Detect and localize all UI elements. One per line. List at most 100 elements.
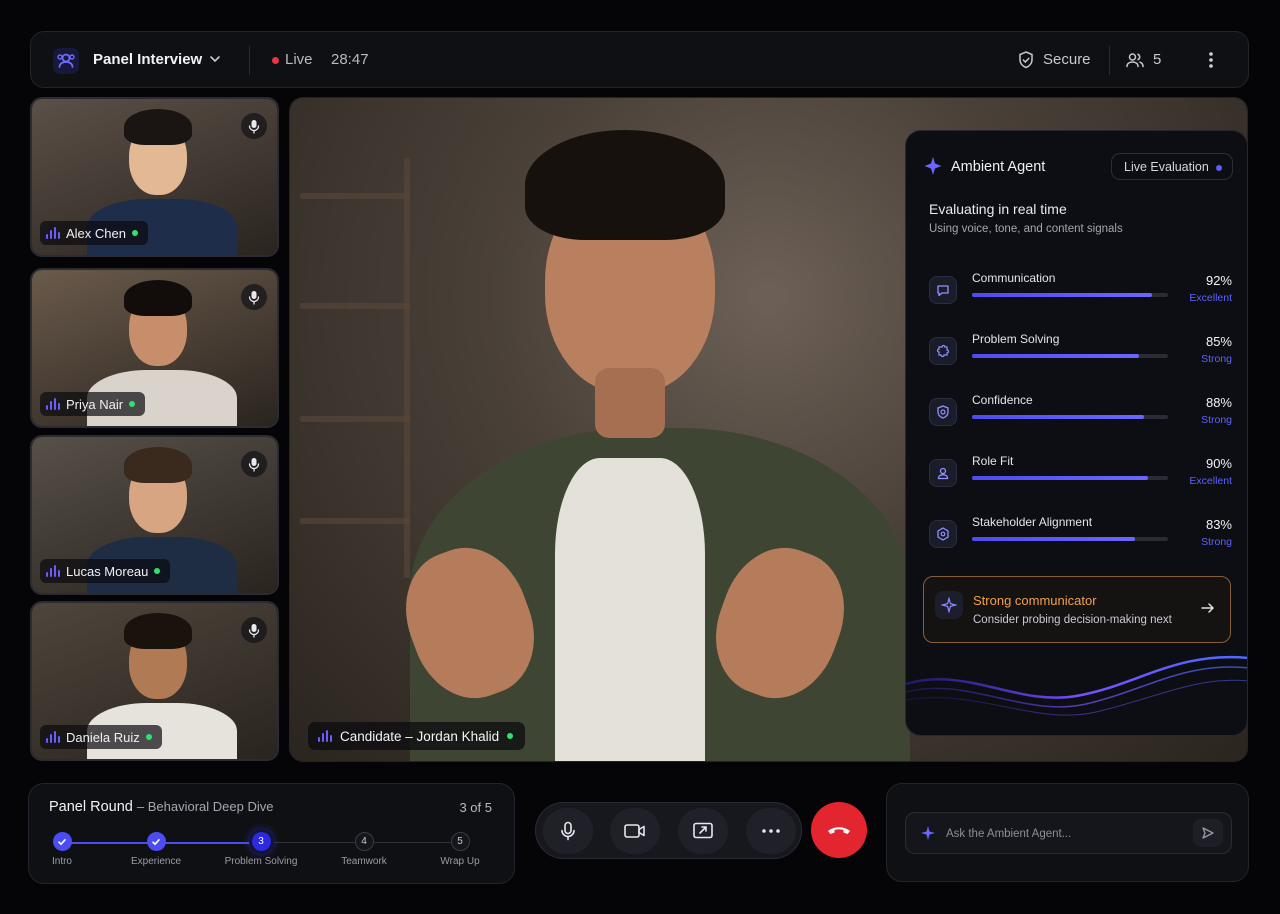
more-options-icon[interactable] <box>1201 49 1221 71</box>
metric-fill <box>972 537 1135 541</box>
participant-tile[interactable]: Lucas Moreau <box>30 435 279 595</box>
metric-value: 92% <box>1205 273 1232 288</box>
metric-value: 83% <box>1205 517 1232 532</box>
end-call-button[interactable] <box>811 802 867 858</box>
check-icon <box>152 838 160 845</box>
metric-label: Confidence <box>972 393 1033 407</box>
participant-tile[interactable]: Alex Chen <box>30 97 279 257</box>
divider <box>1109 46 1110 75</box>
online-status-dot <box>507 733 514 739</box>
metric-label: Problem Solving <box>972 332 1060 346</box>
badge-dot <box>1216 165 1222 171</box>
mic-icon[interactable] <box>241 113 267 139</box>
camera-icon <box>624 824 645 838</box>
mic-icon[interactable] <box>241 617 267 643</box>
audio-level-icon <box>46 565 60 577</box>
participants-icon[interactable] <box>1125 50 1145 75</box>
step-number: 5 <box>457 836 463 847</box>
step-number: 3 <box>258 836 264 847</box>
mic-icon[interactable] <box>241 451 267 477</box>
metric-track <box>972 537 1168 541</box>
puzzle-icon <box>929 337 957 365</box>
metric-row: Role Fit 90% Excellent <box>929 452 1232 500</box>
metric-row: Stakeholder Alignment 83% Strong <box>929 513 1232 561</box>
metric-label: Role Fit <box>972 454 1014 468</box>
audio-level-icon <box>46 398 60 410</box>
participant-name: Alex Chen <box>66 225 126 241</box>
panel-users-icon <box>53 48 79 74</box>
hair <box>124 613 192 649</box>
live-evaluation-badge[interactable]: Live Evaluation <box>1111 153 1233 180</box>
metric-track <box>972 476 1168 480</box>
sparkle-icon <box>920 825 936 846</box>
round-title: Panel Round – Behavioral Deep Dive <box>49 799 273 815</box>
step-label: Problem Solving <box>224 856 298 867</box>
participant-nametag: Daniela Ruiz <box>40 725 162 749</box>
step-indicator <box>52 832 72 851</box>
agent-title: Ambient Agent <box>951 159 1046 175</box>
call-controls <box>535 802 802 859</box>
metric-track <box>972 354 1168 358</box>
metric-track <box>972 415 1168 419</box>
hair <box>124 109 192 145</box>
participant-name: Daniela Ruiz <box>66 729 140 745</box>
badge-label: Live Evaluation <box>1124 160 1209 174</box>
live-indicator-dot <box>272 57 279 64</box>
hang-up-icon <box>828 827 850 834</box>
check-icon <box>58 838 66 845</box>
round-name: Panel Round <box>49 799 133 815</box>
meeting-title[interactable]: Panel Interview <box>93 51 202 68</box>
step-indicator: 5 <box>450 832 470 851</box>
send-icon <box>1202 827 1214 839</box>
ask-agent-panel <box>886 783 1249 882</box>
agent-heading: Evaluating in real time <box>929 201 1067 217</box>
step-indicator: 4 <box>354 832 374 851</box>
participant-tile[interactable]: Priya Nair <box>30 268 279 428</box>
camera-button[interactable] <box>610 808 660 854</box>
more-actions-button[interactable] <box>746 808 796 854</box>
metric-row: Problem Solving 85% Strong <box>929 330 1232 378</box>
mic-button[interactable] <box>543 808 593 854</box>
metric-label: Stakeholder Alignment <box>972 515 1093 529</box>
participant-tile[interactable]: Daniela Ruiz <box>30 601 279 761</box>
participant-name: Lucas Moreau <box>66 563 149 579</box>
insight-title: Strong communicator <box>973 593 1097 608</box>
participant-nametag: Alex Chen <box>40 221 148 245</box>
online-status-dot <box>145 734 152 740</box>
round-step[interactable]: 4 Teamwork <box>324 832 404 867</box>
metric-row: Communication 92% Excellent <box>929 269 1232 317</box>
round-step[interactable]: Experience <box>116 832 196 867</box>
agent-subheading: Using voice, tone, and content signals <box>929 223 1123 235</box>
metric-rating: Excellent <box>1189 292 1232 304</box>
participant-count: 5 <box>1153 51 1162 68</box>
send-button[interactable] <box>1193 819 1223 847</box>
step-number: 4 <box>361 836 367 847</box>
arrow-right-icon[interactable] <box>1200 600 1216 621</box>
metric-value: 88% <box>1205 395 1232 410</box>
candidate-nametag: Candidate – Jordan Khalid <box>308 722 526 750</box>
ask-agent-input[interactable] <box>946 823 1186 845</box>
round-step[interactable]: 5 Wrap Up <box>420 832 500 867</box>
participant-nametag: Priya Nair <box>40 392 146 416</box>
chevron-down-icon[interactable] <box>208 52 222 71</box>
more-horizontal-icon <box>762 829 780 833</box>
sparkle-icon <box>935 591 963 619</box>
share-screen-button[interactable] <box>678 808 728 854</box>
step-label: Teamwork <box>341 856 387 867</box>
divider <box>249 46 250 75</box>
online-status-dot <box>129 401 136 407</box>
round-step[interactable]: 3 Problem Solving <box>221 832 301 867</box>
hair <box>124 447 192 483</box>
voice-wave-graphic <box>906 655 1247 716</box>
mic-icon[interactable] <box>241 284 267 310</box>
round-progress-panel: Panel Round – Behavioral Deep Dive 3 of … <box>28 783 515 884</box>
metric-fill <box>972 415 1145 419</box>
metric-fill <box>972 354 1139 358</box>
step-indicator: 3 <box>251 832 271 851</box>
audio-level-icon <box>318 730 332 742</box>
round-step[interactable]: Intro <box>22 832 102 867</box>
participant-name: Priya Nair <box>66 396 124 412</box>
metric-fill <box>972 293 1153 297</box>
metric-rating: Strong <box>1201 353 1232 365</box>
metric-value: 90% <box>1205 456 1232 471</box>
